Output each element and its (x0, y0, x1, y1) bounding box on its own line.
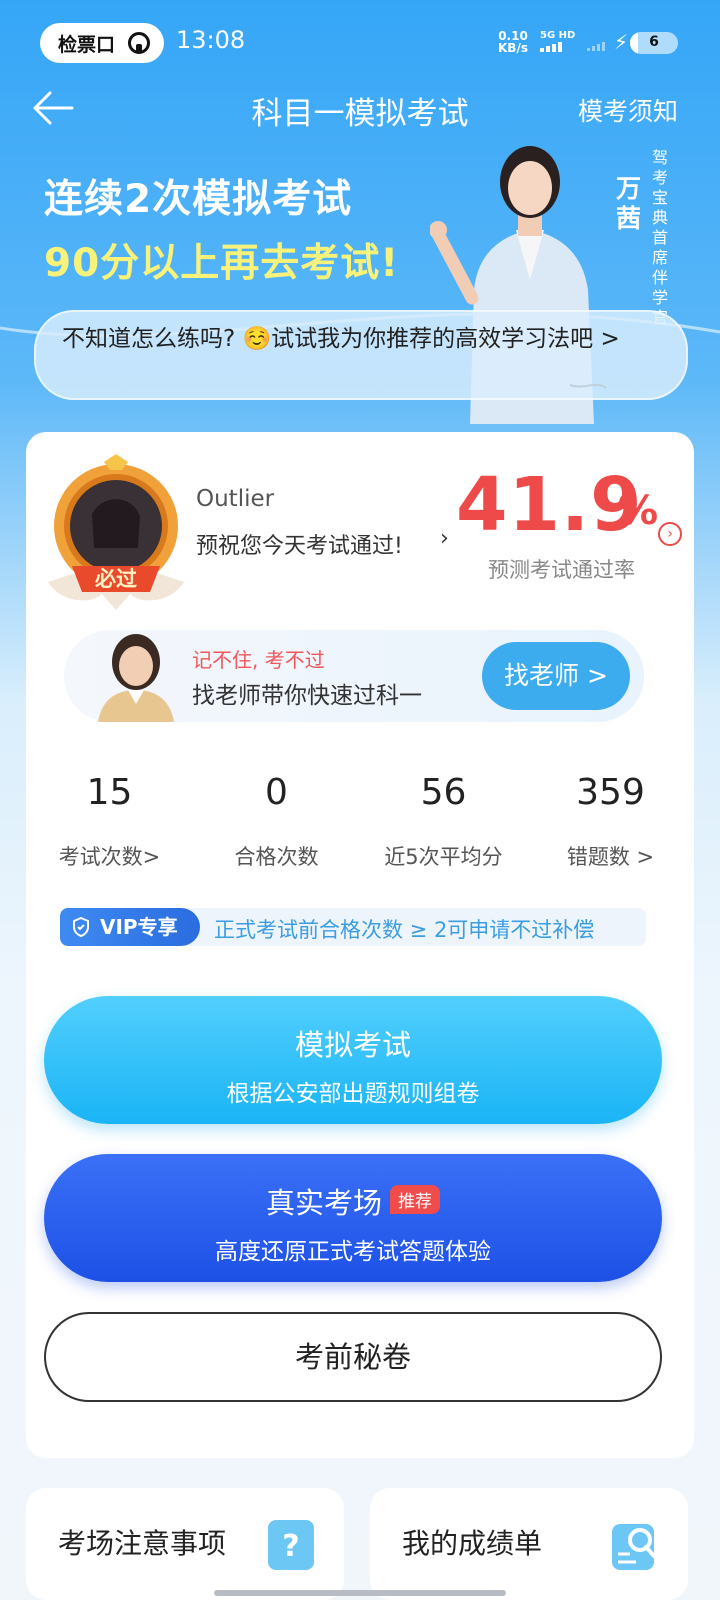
app-return-pill[interactable]: 检票口 (40, 23, 164, 63)
pass-rate-value: 41.9 (456, 462, 643, 548)
mock-exam-title: 模拟考试 (294, 1028, 411, 1062)
score-report-card[interactable]: 我的成绩单 (370, 1488, 688, 1600)
stat-label: 考试次数> (58, 845, 161, 869)
teacher-avatar (98, 634, 174, 722)
exam-notes-card[interactable]: 考场注意事项 ? (26, 1488, 344, 1600)
stat-value: 0 (265, 772, 288, 813)
vip-compensation-text: 正式考试前合格次数 ≥ 2可申请不过补偿 (214, 918, 595, 942)
instructor-name: 万茜 (616, 174, 642, 233)
stat-value: 359 (576, 772, 645, 813)
chevron-right-icon[interactable]: › (440, 526, 449, 551)
vip-tag-label: VIP专享 (100, 915, 178, 939)
banner-headline: 连续2次模拟考试 (44, 177, 353, 222)
shield-icon (73, 917, 89, 937)
stat-wrong-questions[interactable]: 359 错题数 > (527, 762, 694, 882)
svg-text:?: ? (282, 1529, 299, 1564)
signal-bars-icon (540, 42, 562, 52)
net-speed: 0.10 KB/s (498, 30, 528, 54)
net-speed-unit: KB/s (498, 41, 528, 55)
stat-label: 错题数 > (566, 845, 655, 869)
real-exam-hall-button[interactable]: 真实考场 推荐 高度还原正式考试答题体验 (44, 1154, 662, 1282)
exam-stats-row: 15 考试次数> 0 合格次数 56 近5次平均分 359 错题数 > (26, 762, 694, 882)
pass-rate-label: 预测考试通过率 (488, 558, 635, 582)
signal-5g-label: 5G HD (540, 30, 576, 41)
instructor-title: 驾考宝典首席伴学官 (652, 148, 669, 327)
mock-exam-button[interactable]: 模拟考试 根据公安部出题规则组卷 (44, 996, 662, 1124)
stat-label: 近5次平均分 (384, 845, 503, 869)
real-exam-subtitle: 高度还原正式考试答题体验 (215, 1239, 491, 1265)
stat-exam-count[interactable]: 15 考试次数> (26, 762, 193, 882)
stat-pass-count: 0 合格次数 (193, 762, 360, 882)
secret-paper-button[interactable]: 考前秘卷 (44, 1312, 662, 1402)
study-method-tip[interactable]: 不知道怎么练吗? ☺️试试我为你推荐的高效学习法吧 > (34, 310, 688, 400)
stat-average-score: 56 近5次平均分 (360, 762, 527, 882)
exam-summary-card: 必过 Outlier 预祝您今天考试通过! › 41.9 % › 预测考试通过率… (26, 432, 694, 1458)
status-bar: 检票口 13:08 0.10 KB/s 5G HD ⚡ 6 (0, 0, 720, 80)
pass-medal-badge: 必过 (48, 454, 184, 610)
vip-compensation-bar[interactable]: VIP专享 正式考试前合格次数 ≥ 2可申请不过补偿 (60, 908, 646, 946)
report-search-icon (612, 1524, 656, 1570)
app-pill-label: 检票口 (58, 33, 116, 56)
find-teacher-button[interactable]: 找老师 > (482, 642, 630, 710)
location-pin-icon (128, 32, 150, 54)
clock: 13:08 (176, 26, 246, 54)
real-exam-title-row: 真实考场 推荐 (44, 1180, 662, 1222)
recommended-badge: 推荐 (390, 1185, 440, 1214)
pass-rate-unit: % (618, 488, 659, 534)
teacher-tagline: 记不住, 考不过 (192, 648, 325, 672)
battery-level: 6 (649, 34, 659, 50)
score-report-label: 我的成绩单 (402, 1527, 543, 1560)
battery-icon: 6 (630, 32, 678, 54)
vip-tag: VIP专享 (60, 908, 200, 946)
badge-text: 必过 (95, 567, 137, 591)
signal-bars-secondary-icon (587, 42, 605, 51)
user-name: Outlier (196, 486, 275, 512)
greeting-text[interactable]: 预祝您今天考试通过! (196, 528, 403, 560)
stat-value: 15 (86, 772, 133, 813)
charging-bolt-icon: ⚡ (614, 30, 629, 54)
question-mark-icon: ? (268, 1520, 314, 1570)
stat-label: 合格次数 (234, 845, 319, 869)
find-teacher-banner[interactable]: 记不住, 考不过 找老师带你快速过科一 找老师 > (64, 630, 644, 722)
mock-exam-subtitle: 根据公安部出题规则组卷 (226, 1081, 480, 1107)
exam-rules-link[interactable]: 模考须知 (578, 92, 678, 128)
chevron-circle-right-icon[interactable]: › (658, 522, 682, 546)
home-indicator[interactable] (214, 1590, 506, 1596)
real-exam-title: 真实考场 (265, 1186, 382, 1220)
exam-notes-label: 考场注意事项 (58, 1527, 227, 1560)
stat-value: 56 (420, 772, 467, 813)
teacher-promo-text: 找老师带你快速过科一 (192, 683, 422, 709)
